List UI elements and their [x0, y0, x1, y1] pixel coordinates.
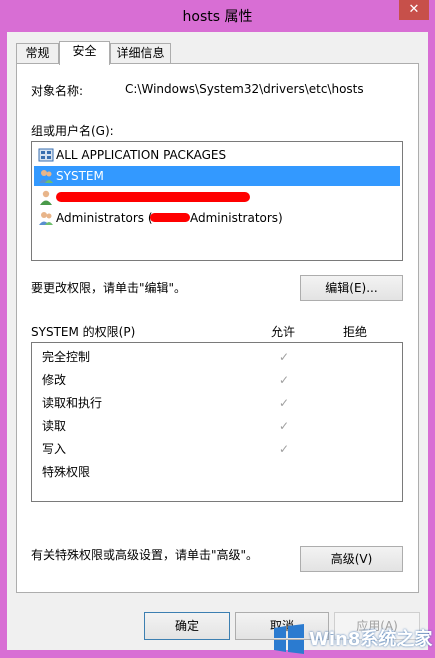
deny-header: 拒绝: [343, 325, 368, 339]
edit-button[interactable]: 编辑(E)...: [300, 275, 403, 301]
list-item[interactable]: [34, 187, 400, 207]
tab-details[interactable]: 详细信息: [110, 43, 171, 64]
properties-window: hosts 属性 ✕ 常规 安全 详细信息 对象名称: C:\Windows\S…: [0, 0, 435, 658]
allow-check-icon: ✓: [279, 396, 290, 410]
permission-row: 修改 ✓: [42, 369, 402, 392]
close-button[interactable]: ✕: [399, 0, 429, 20]
list-item[interactable]: Administrators ( Administrators): [34, 208, 400, 228]
list-item-label: SYSTEM: [56, 169, 104, 183]
groups-label: 组或用户名(G):: [31, 124, 114, 138]
security-panel: 对象名称: C:\Windows\System32\drivers\etc\ho…: [16, 63, 419, 593]
dialog-client: 常规 安全 详细信息 对象名称: C:\Windows\System32\dri…: [7, 32, 428, 650]
allow-header: 允许: [271, 325, 296, 339]
allow-check-icon: ✓: [279, 350, 290, 364]
permission-row: 读取 ✓: [42, 415, 402, 438]
users-icon: [39, 212, 53, 225]
permission-name: 完全控制: [42, 350, 91, 364]
list-item-suffix: Administrators): [190, 211, 283, 225]
list-item[interactable]: SYSTEM: [34, 166, 400, 186]
permission-row: 写入 ✓: [42, 438, 402, 461]
list-item[interactable]: ALL APPLICATION PACKAGES: [34, 145, 400, 165]
watermark-text: Win8系统之家: [309, 629, 433, 650]
tab-security[interactable]: 安全: [59, 41, 110, 65]
permissions-title: SYSTEM 的权限(P): [31, 325, 136, 339]
permission-name: 读取和执行: [42, 396, 103, 410]
group-user-list[interactable]: ALL APPLICATION PACKAGES SYSTEM Administ…: [31, 141, 403, 261]
tab-general[interactable]: 常规: [16, 43, 59, 64]
allow-check-icon: ✓: [279, 419, 290, 433]
permission-name: 修改: [42, 373, 67, 387]
permission-row: 特殊权限: [42, 461, 402, 484]
permissions-list[interactable]: 完全控制 ✓ 修改 ✓ 读取和执行 ✓ 读取 ✓ 写入 ✓ 特殊权限: [31, 342, 403, 502]
redaction-mark: [56, 192, 250, 202]
object-name-label: 对象名称:: [31, 84, 84, 98]
windows-logo-icon: [274, 624, 304, 654]
close-icon: ✕: [408, 2, 420, 17]
permission-row: 完全控制 ✓: [42, 346, 402, 369]
advanced-hint: 有关特殊权限或高级设置，请单击"高级"。: [31, 548, 259, 562]
allow-check-icon: ✓: [279, 442, 290, 456]
site-watermark: Win8系统之家: [265, 620, 435, 658]
list-item-label: ALL APPLICATION PACKAGES: [56, 148, 227, 162]
user-icon: [40, 190, 52, 205]
permission-name: 读取: [42, 419, 67, 433]
window-title: hosts 属性: [182, 9, 253, 25]
advanced-button[interactable]: 高级(V): [300, 546, 403, 572]
list-item-label: Administrators (: [56, 211, 153, 225]
permission-name: 特殊权限: [42, 465, 91, 479]
object-name-value: C:\Windows\System32\drivers\etc\hosts: [125, 82, 364, 96]
permission-row: 读取和执行 ✓: [42, 392, 402, 415]
permission-name: 写入: [42, 442, 67, 456]
users-icon: [39, 170, 53, 183]
allow-check-icon: ✓: [279, 373, 290, 387]
ok-button[interactable]: 确定: [144, 612, 230, 640]
edit-hint: 要更改权限，请单击"编辑"。: [31, 281, 187, 295]
redaction-mark: [150, 213, 190, 222]
title-bar[interactable]: hosts 属性 ✕: [0, 0, 435, 32]
packages-icon: [38, 148, 54, 162]
